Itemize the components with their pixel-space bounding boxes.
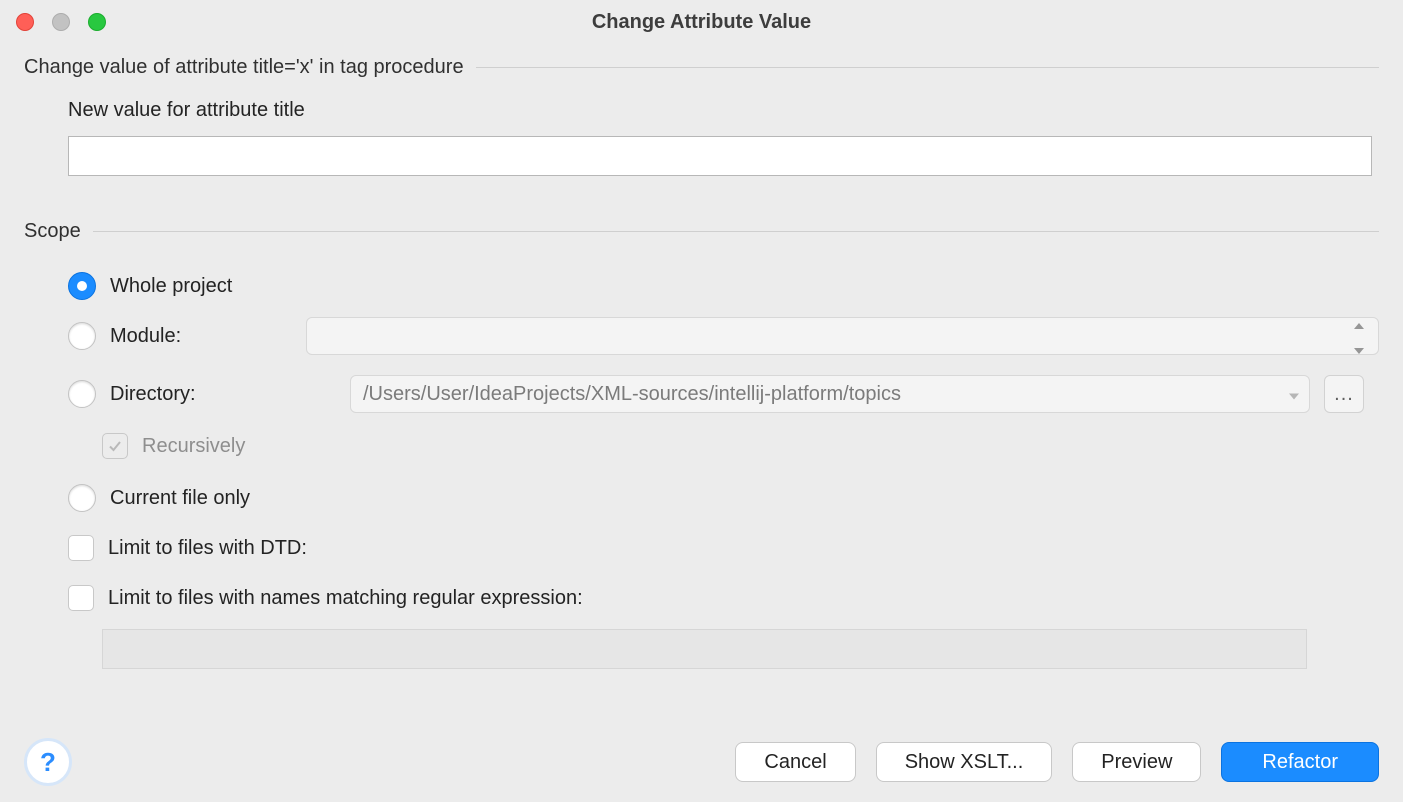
checkbox-recursively-label: Recursively [142,435,245,458]
radio-current-file[interactable] [68,484,96,512]
preview-button[interactable]: Preview [1072,742,1201,782]
checkbox-limit-dtd[interactable] [68,535,94,561]
chevron-up-icon [1354,312,1370,335]
preview-label: Preview [1101,751,1172,774]
checkbox-limit-regex-label: Limit to files with names matching regul… [108,587,583,610]
cancel-button[interactable]: Cancel [735,742,855,782]
browse-button[interactable]: ... [1324,375,1364,413]
checkbox-recursively [102,433,128,459]
show-xslt-button[interactable]: Show XSLT... [876,742,1053,782]
window-title: Change Attribute Value [0,11,1403,34]
stepper-icon [1354,312,1370,360]
radio-module-label: Module: [110,325,306,348]
cancel-label: Cancel [764,751,826,774]
chevron-down-icon [1354,337,1370,360]
help-icon: ? [40,747,56,778]
scope-title: Scope [24,220,81,243]
radio-whole-project-label: Whole project [110,275,232,298]
radio-whole-project[interactable] [68,272,96,300]
new-value-label: New value for attribute title [68,99,1379,122]
help-button[interactable]: ? [24,738,72,786]
radio-current-file-label: Current file only [110,487,250,510]
section-title: Change value of attribute title='x' in t… [24,56,464,79]
refactor-button[interactable]: Refactor [1221,742,1379,782]
section-scope: Scope [24,220,1379,243]
regex-input [102,629,1307,669]
divider [476,67,1379,68]
show-xslt-label: Show XSLT... [905,751,1024,774]
module-combobox[interactable] [306,317,1379,355]
titlebar: Change Attribute Value [0,0,1403,44]
new-value-input[interactable] [68,136,1372,176]
section-change-value: Change value of attribute title='x' in t… [24,56,1379,79]
check-icon [107,438,123,454]
directory-combobox[interactable]: /Users/User/IdeaProjects/XML-sources/int… [350,375,1310,413]
browse-label: ... [1334,383,1354,406]
chevron-down-icon [1289,383,1299,406]
radio-directory[interactable] [68,380,96,408]
radio-module[interactable] [68,322,96,350]
checkbox-limit-regex[interactable] [68,585,94,611]
directory-value: /Users/User/IdeaProjects/XML-sources/int… [363,383,901,406]
radio-directory-label: Directory: [110,383,350,406]
divider [93,231,1379,232]
checkbox-limit-dtd-label: Limit to files with DTD: [108,537,307,560]
refactor-label: Refactor [1262,751,1338,774]
